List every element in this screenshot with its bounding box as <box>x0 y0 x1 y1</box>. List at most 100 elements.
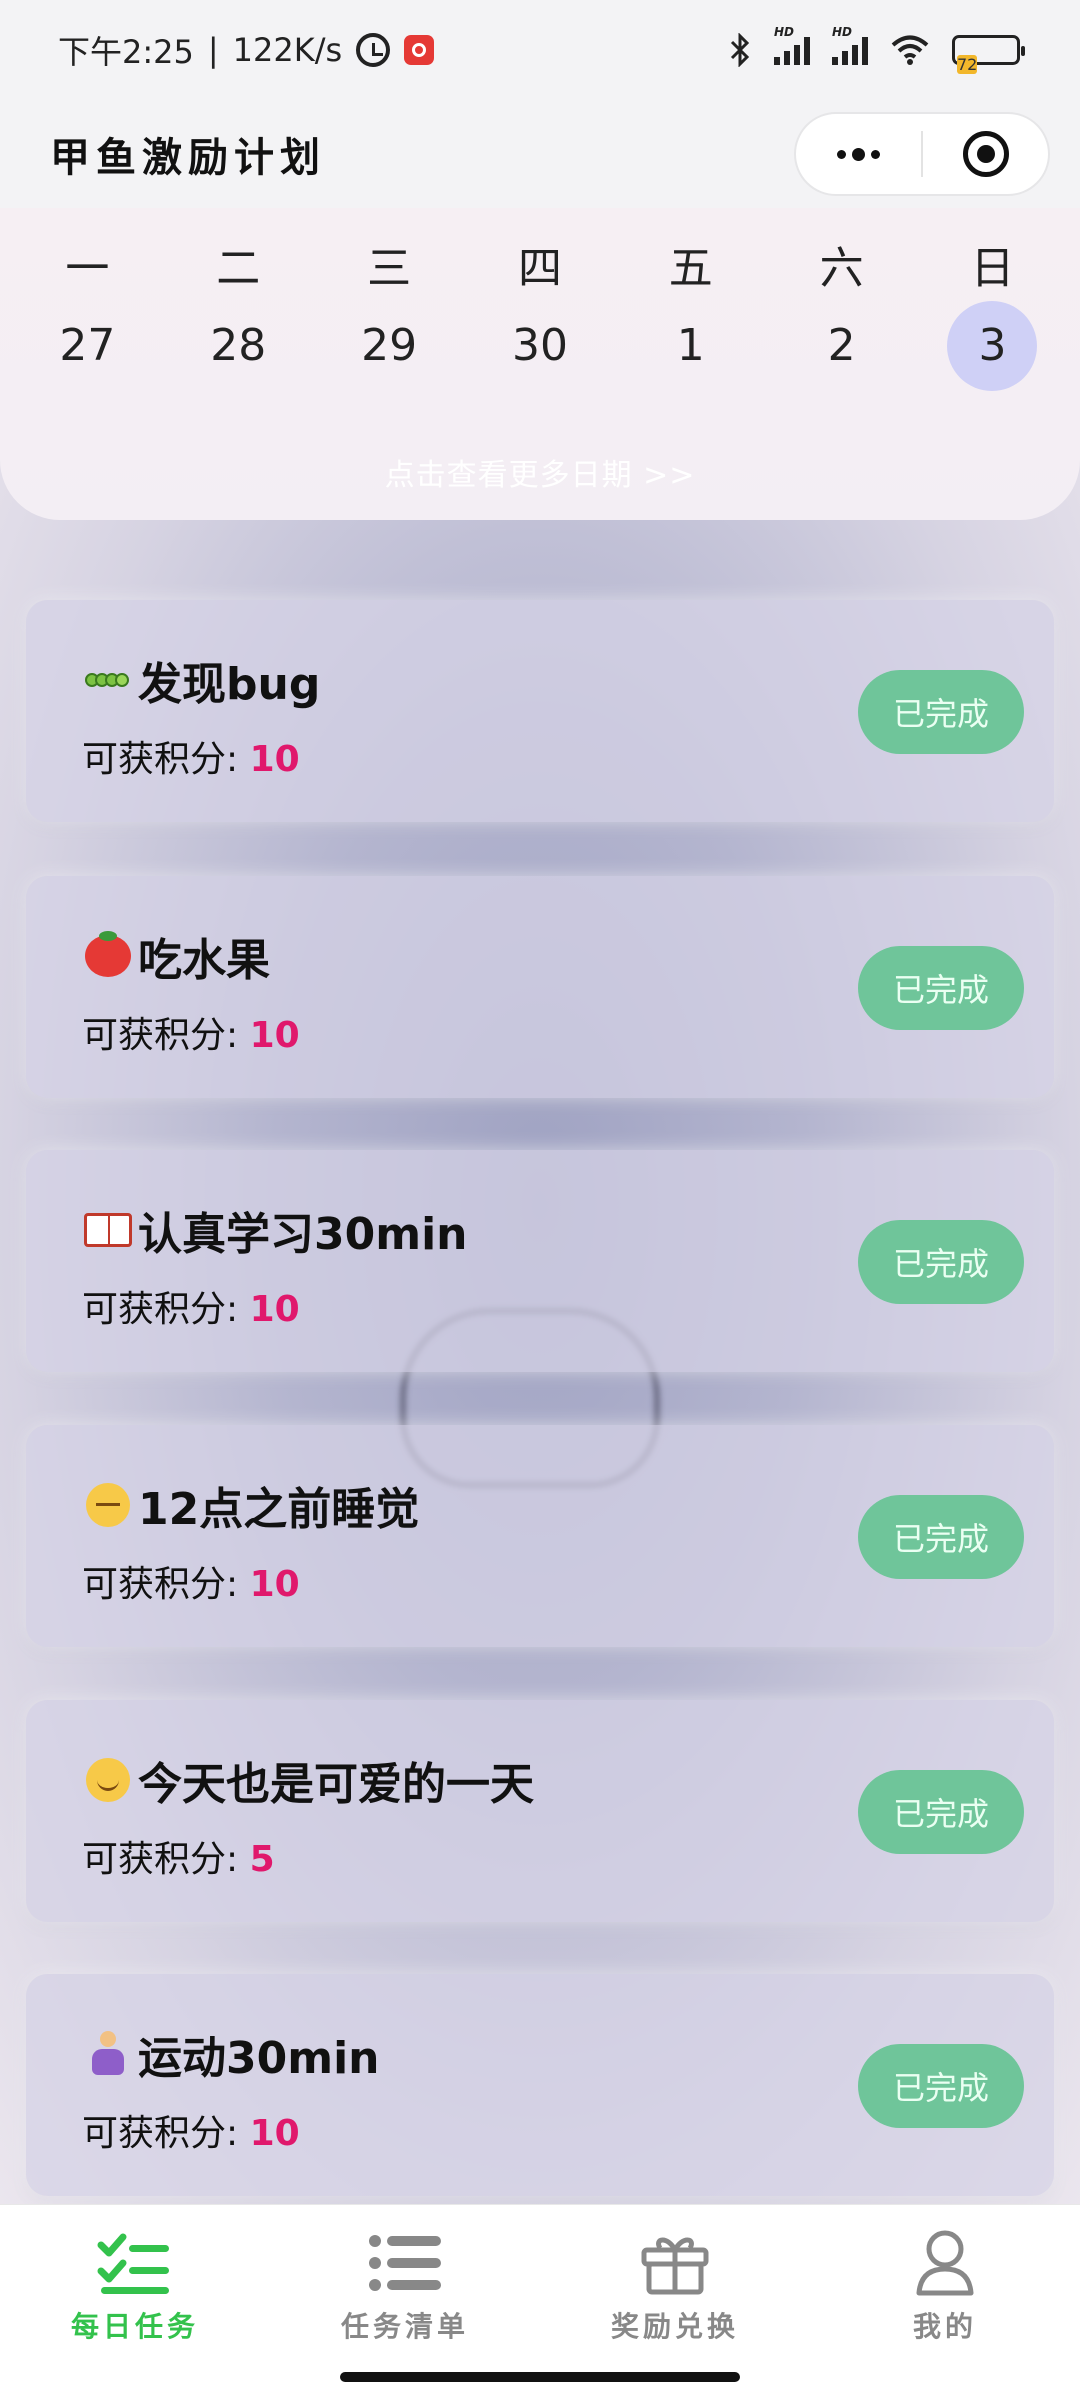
clock: 下午2:25 <box>58 33 194 71</box>
date-cell[interactable]: 28 <box>178 300 298 392</box>
tab-reward-exchange[interactable]: 奖励兑换 <box>540 2205 810 2400</box>
points-value: 10 <box>249 1015 300 1056</box>
date-label: 1 <box>676 320 705 371</box>
title-bar: 甲鱼激励计划 <box>0 100 1080 208</box>
date-label: 27 <box>59 320 116 371</box>
tab-label: 每日任务 <box>70 2310 199 2343</box>
battery-icon: 72 <box>952 35 1025 74</box>
hd-label: HD <box>774 25 795 39</box>
home-indicator[interactable] <box>340 2372 740 2382</box>
date-label: 28 <box>210 320 267 371</box>
date-cell[interactable]: 30 <box>480 300 600 392</box>
task-title-row: 认真学习30min <box>82 1198 467 1262</box>
task-card: 今天也是可爱的一天 可获积分: 5 已完成 <box>26 1700 1054 1922</box>
completed-button[interactable]: 已完成 <box>858 1220 1024 1304</box>
bluetooth-icon <box>728 33 752 67</box>
date-label: 30 <box>511 320 568 371</box>
date-cell-selected[interactable]: 3 <box>932 300 1052 392</box>
date-label-selected: 3 <box>947 301 1038 391</box>
task-card: 吃水果 可获积分: 10 已完成 <box>26 876 1054 1098</box>
points-label: 可获积分: <box>82 1839 239 1880</box>
task-card: 12点之前睡觉 可获积分: 10 已完成 <box>26 1425 1054 1647</box>
gift-icon <box>635 2227 715 2299</box>
completed-button[interactable]: 已完成 <box>858 670 1024 754</box>
weekday-wed: 三 <box>367 243 412 294</box>
tab-task-list[interactable]: 任务清单 <box>270 2205 540 2400</box>
weekday-fri: 五 <box>668 243 713 294</box>
date-cell[interactable]: 29 <box>329 300 449 392</box>
points-label: 可获积分: <box>82 2113 239 2154</box>
date-cell[interactable]: 27 <box>27 300 147 392</box>
task-points: 可获积分: 10 <box>82 1006 300 1058</box>
more-dates-link[interactable]: 点击查看更多日期 >> <box>0 450 1080 494</box>
sleeping-face-emoji-icon <box>82 1479 134 1531</box>
more-dots-icon <box>837 147 880 161</box>
date-cell[interactable]: 1 <box>631 300 751 392</box>
task-points: 可获积分: 10 <box>82 730 300 782</box>
book-emoji-icon <box>82 1204 134 1256</box>
status-right: HD HD 72 <box>728 25 1025 74</box>
more-button[interactable] <box>796 114 921 194</box>
signal-icon-2: HD <box>832 25 868 65</box>
task-card: 运动30min 可获积分: 10 已完成 <box>26 1974 1054 2196</box>
task-title: 认真学习30min <box>138 1209 468 1260</box>
weekday-thu: 四 <box>517 243 562 294</box>
date-row: 27 28 29 30 1 2 3 <box>0 300 1080 392</box>
weekday-row: 一 二 三 四 五 六 日 <box>0 232 1080 296</box>
points-value: 10 <box>249 2113 300 2154</box>
date-cell[interactable]: 2 <box>782 300 902 392</box>
status-separator: | <box>207 31 219 69</box>
weekday-sun: 日 <box>970 243 1015 294</box>
points-value: 10 <box>249 1289 300 1330</box>
tab-daily-tasks[interactable]: 每日任务 <box>0 2205 270 2400</box>
weekday-mon: 一 <box>65 243 110 294</box>
task-title-row: 今天也是可爱的一天 <box>82 1748 534 1812</box>
bottom-tab-bar: 每日任务 任务清单 奖励兑换 我的 <box>0 2204 1080 2400</box>
status-left: 下午2:25 | 122K/s <box>58 27 435 73</box>
completed-button[interactable]: 已完成 <box>858 2044 1024 2128</box>
task-title: 运动30min <box>138 2033 380 2084</box>
task-points: 可获积分: 10 <box>82 2104 300 2156</box>
points-value: 10 <box>249 739 300 780</box>
network-speed: 122K/s <box>232 31 343 69</box>
completed-button[interactable]: 已完成 <box>858 1770 1024 1854</box>
date-label: 2 <box>827 320 856 371</box>
task-card: 发现bug 可获积分: 10 已完成 <box>26 600 1054 822</box>
task-title-row: 发现bug <box>82 648 320 712</box>
task-title: 今天也是可爱的一天 <box>138 1759 534 1810</box>
target-icon <box>962 131 1009 177</box>
person-icon <box>905 2227 985 2299</box>
wifi-icon <box>890 34 930 66</box>
task-title: 吃水果 <box>138 935 270 986</box>
task-title-row: 12点之前睡觉 <box>82 1473 419 1537</box>
task-points: 可获积分: 10 <box>82 1555 300 1607</box>
points-label: 可获积分: <box>82 739 239 780</box>
close-miniprogram-button[interactable] <box>923 114 1048 194</box>
task-points: 可获积分: 5 <box>82 1830 275 1882</box>
task-points: 可获积分: 10 <box>82 1280 300 1332</box>
tab-mine[interactable]: 我的 <box>810 2205 1080 2400</box>
tomato-emoji-icon <box>82 930 134 982</box>
task-card: 认真学习30min 可获积分: 10 已完成 <box>26 1150 1054 1372</box>
week-calendar: 一 二 三 四 五 六 日 27 28 29 30 1 2 3 点击查看更多日期… <box>0 208 1080 520</box>
tab-label: 奖励兑换 <box>610 2310 739 2343</box>
tab-label: 我的 <box>912 2310 977 2343</box>
list-icon <box>365 2227 445 2299</box>
completed-button[interactable]: 已完成 <box>858 1495 1024 1579</box>
signal-icon: HD <box>774 25 810 65</box>
task-title-row: 吃水果 <box>82 924 270 988</box>
bug-emoji-icon <box>82 654 134 706</box>
hd-label-2: HD <box>832 25 853 39</box>
task-title: 12点之前睡觉 <box>138 1484 420 1535</box>
weekday-sat: 六 <box>819 243 864 294</box>
alarm-icon <box>356 33 391 67</box>
app-title: 甲鱼激励计划 <box>50 135 326 181</box>
completed-button[interactable]: 已完成 <box>858 946 1024 1030</box>
points-value: 5 <box>249 1839 275 1880</box>
smiling-face-emoji-icon <box>82 1754 134 1806</box>
tab-label: 任务清单 <box>340 2310 469 2343</box>
battery-level: 72 <box>957 55 978 74</box>
points-label: 可获积分: <box>82 1564 239 1605</box>
weekday-tue: 二 <box>216 243 261 294</box>
task-title-row: 运动30min <box>82 2022 379 2086</box>
